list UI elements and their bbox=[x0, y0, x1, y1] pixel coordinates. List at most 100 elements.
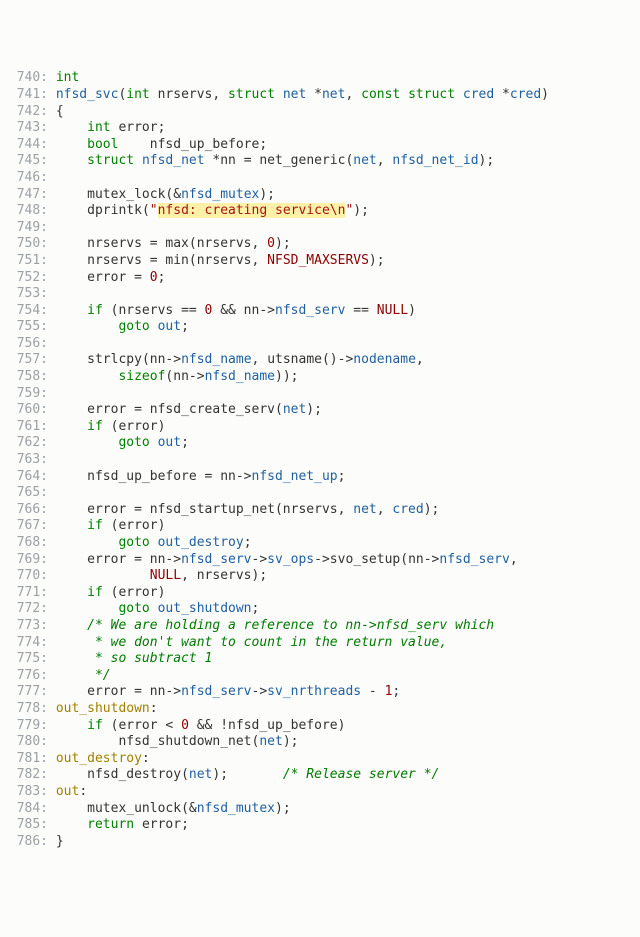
code-token bbox=[150, 601, 158, 616]
code-line: 785 return error; bbox=[8, 817, 632, 834]
code-token: (error) bbox=[103, 585, 166, 600]
code-line: 748 dprintk("nfsd: creating service\n"); bbox=[8, 203, 632, 220]
code-token: (nn-> bbox=[165, 369, 204, 384]
code-token: /* Release server */ bbox=[283, 767, 440, 782]
code-token: : bbox=[150, 701, 158, 716]
code-token: nfsd_up_before bbox=[150, 137, 260, 152]
code-token: cred bbox=[392, 502, 423, 517]
code-token: net bbox=[322, 87, 345, 102]
code-line: 774 * we don't want to count in the retu… bbox=[8, 635, 632, 652]
code-token: (nn-> bbox=[142, 352, 181, 367]
line-number: 741 bbox=[8, 87, 48, 104]
code-token: , bbox=[377, 153, 393, 168]
code-token bbox=[56, 651, 95, 666]
line-number: 773 bbox=[8, 618, 48, 635]
line-number: 777 bbox=[8, 684, 48, 701]
code-token: cred bbox=[463, 87, 502, 102]
line-number: 767 bbox=[8, 518, 48, 535]
code-token bbox=[56, 286, 64, 301]
code-line: 755 goto out; bbox=[8, 319, 632, 336]
line-number: 757 bbox=[8, 352, 48, 369]
code-token: struct bbox=[228, 87, 283, 102]
code-token: , nrservs); bbox=[181, 568, 267, 583]
code-token: ) bbox=[541, 87, 549, 102]
line-number: 764 bbox=[8, 469, 48, 486]
code-token bbox=[56, 568, 150, 583]
code-token: ); bbox=[479, 153, 495, 168]
code-token: struct bbox=[87, 153, 142, 168]
code-line: 746 bbox=[8, 170, 632, 187]
code-line: 744 bool nfsd_up_before; bbox=[8, 137, 632, 154]
line-number: 754 bbox=[8, 303, 48, 320]
code-token: && !nfsd_up_before) bbox=[189, 718, 346, 733]
code-token: if bbox=[87, 303, 103, 318]
code-token: goto bbox=[118, 601, 149, 616]
code-token: (error < bbox=[103, 718, 181, 733]
code-token: nfsd_serv bbox=[439, 552, 509, 567]
code-token bbox=[56, 635, 95, 650]
code-token: net bbox=[353, 502, 376, 517]
code-token: (& bbox=[165, 187, 181, 202]
code-line: 764 nfsd_up_before = nn->nfsd_net_up; bbox=[8, 469, 632, 486]
line-number: 765 bbox=[8, 485, 48, 502]
code-line: 781 out_destroy: bbox=[8, 751, 632, 768]
code-line: 745 struct nfsd_net *nn = net_generic(ne… bbox=[8, 153, 632, 170]
code-token: nfsd_net_up bbox=[252, 469, 338, 484]
line-number: 766 bbox=[8, 502, 48, 519]
code-token bbox=[56, 452, 64, 467]
code-token: 0 bbox=[181, 718, 189, 733]
code-token: ) bbox=[408, 303, 416, 318]
code-token: out_destroy bbox=[158, 535, 244, 550]
code-token bbox=[150, 319, 158, 334]
code-token: ); bbox=[369, 253, 385, 268]
code-token: ); bbox=[353, 203, 369, 218]
code-token bbox=[56, 535, 119, 550]
code-token bbox=[56, 352, 87, 367]
code-token bbox=[56, 485, 64, 500]
code-token: nfsd_name bbox=[181, 352, 251, 367]
code-token bbox=[56, 120, 87, 135]
code-token: goto bbox=[118, 319, 149, 334]
code-token: int bbox=[87, 120, 118, 135]
code-token: , bbox=[416, 352, 424, 367]
code-token: net bbox=[283, 87, 314, 102]
code-token: /* We are holding a reference to nn->nfs… bbox=[87, 618, 494, 633]
code-line: 751 nrservs = min(nrservs, NFSD_MAXSERVS… bbox=[8, 253, 632, 270]
code-token: if bbox=[87, 419, 103, 434]
code-token bbox=[56, 153, 87, 168]
code-token: (nrservs, bbox=[189, 253, 267, 268]
code-token: net bbox=[283, 402, 306, 417]
code-token: min bbox=[165, 253, 188, 268]
line-number: 783 bbox=[8, 784, 48, 801]
code-line: 758 sizeof(nn->nfsd_name)); bbox=[8, 369, 632, 386]
code-token: ); bbox=[275, 801, 291, 816]
line-number: 780 bbox=[8, 734, 48, 751]
code-line: 765 bbox=[8, 485, 632, 502]
code-token: sizeof bbox=[118, 369, 165, 384]
code-token: sv_ops bbox=[267, 552, 314, 567]
code-line: 767 if (error) bbox=[8, 518, 632, 535]
code-token: error = bbox=[56, 270, 150, 285]
code-line: 761 if (error) bbox=[8, 419, 632, 436]
code-token: NULL bbox=[150, 568, 181, 583]
code-token bbox=[56, 601, 119, 616]
line-number: 755 bbox=[8, 319, 48, 336]
code-token: : bbox=[79, 784, 87, 799]
code-token: nfsd_mutex bbox=[181, 187, 259, 202]
code-token: nfsd_create_serv bbox=[150, 402, 275, 417]
line-number: 749 bbox=[8, 220, 48, 237]
code-token bbox=[56, 319, 119, 334]
code-token bbox=[56, 170, 64, 185]
code-token: (error) bbox=[103, 419, 166, 434]
code-token: * bbox=[314, 87, 322, 102]
code-token: ; bbox=[158, 270, 166, 285]
line-number: 758 bbox=[8, 369, 48, 386]
code-token: - bbox=[361, 684, 384, 699]
code-line: 770 NULL, nrservs); bbox=[8, 568, 632, 585]
code-token: * we don't want to count in the return v… bbox=[95, 635, 447, 650]
code-token: error = nn-> bbox=[56, 552, 181, 567]
code-token bbox=[56, 801, 87, 816]
code-token: error; bbox=[142, 817, 189, 832]
code-token: ; bbox=[181, 319, 189, 334]
code-token: nrservs bbox=[158, 87, 213, 102]
